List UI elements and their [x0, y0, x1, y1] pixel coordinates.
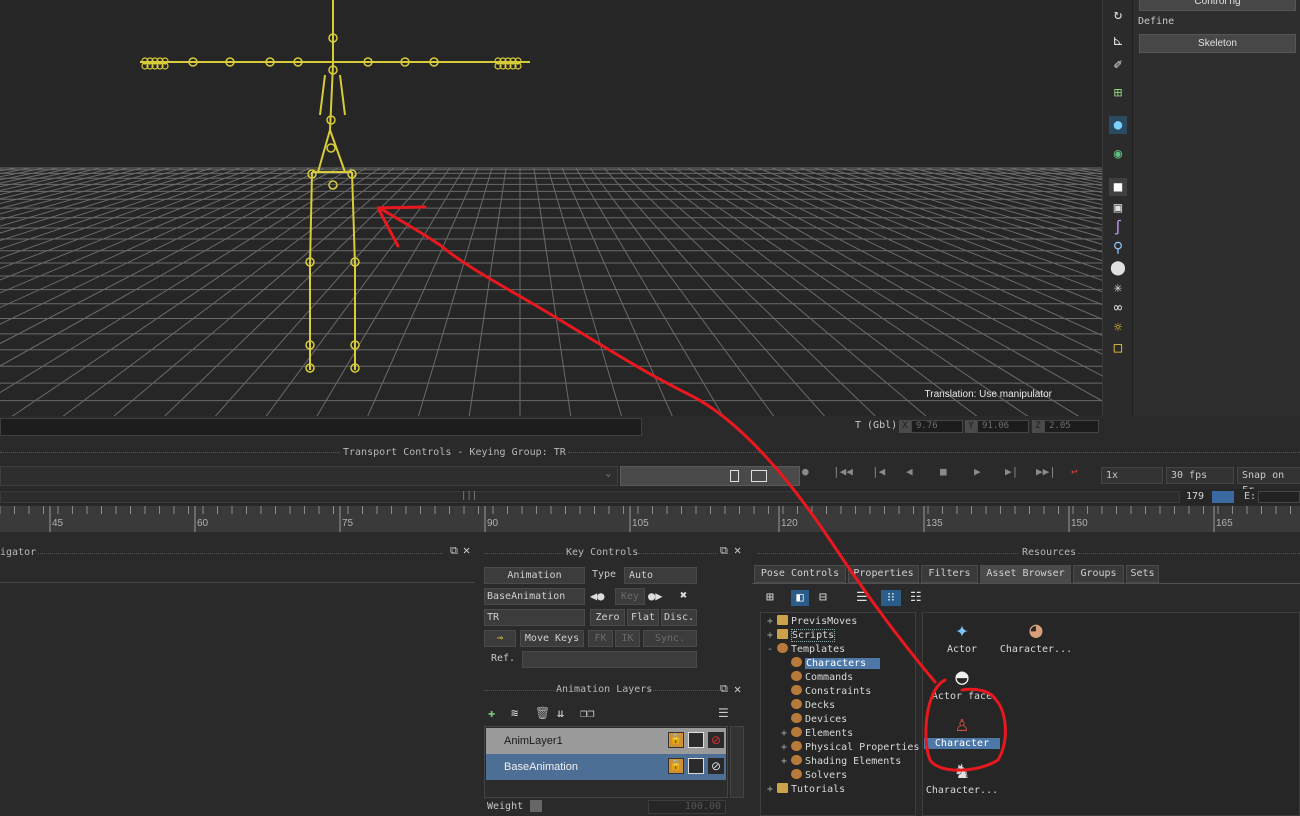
annotation-circle — [924, 678, 1007, 772]
annotation-arrow — [378, 206, 937, 684]
annotation-overlay — [376, 205, 1007, 772]
